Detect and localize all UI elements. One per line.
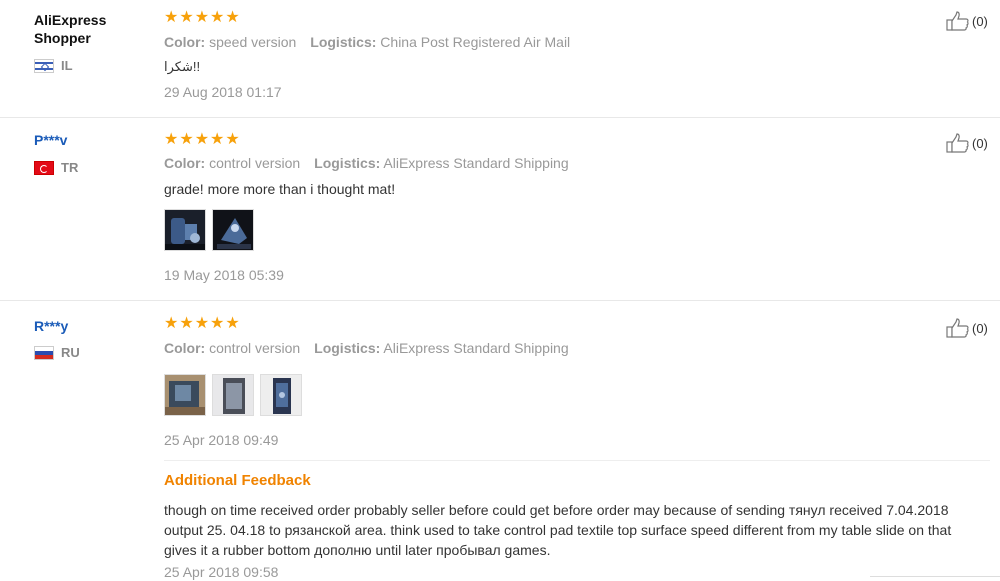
divider <box>870 576 1000 581</box>
reviewer-name[interactable]: R***y <box>34 317 68 335</box>
thumbs-up-icon <box>946 318 969 338</box>
review-date: 19 May 2018 05:39 <box>164 267 284 283</box>
thumbs-up-icon <box>946 133 969 153</box>
photo-image <box>165 375 205 415</box>
reviewer-country: IL <box>34 58 73 73</box>
photo-image <box>165 210 205 250</box>
review-photo-thumbnail[interactable] <box>212 374 254 416</box>
review-photo-thumbnail[interactable] <box>164 209 206 251</box>
review-photo-thumbnail[interactable] <box>164 374 206 416</box>
review-photos <box>164 209 254 251</box>
review-date: 29 Aug 2018 01:17 <box>164 84 282 100</box>
photo-image <box>213 375 253 415</box>
review-meta: Color: control version Logistics: AliExpr… <box>164 340 569 356</box>
russia-flag-icon <box>34 345 54 360</box>
reviewer-name[interactable]: P***v <box>34 131 67 149</box>
review-item: P***v TR ★★★★★ Color: control version Log… <box>0 117 1000 301</box>
star-rating: ★★★★★ <box>164 315 241 332</box>
review-photo-thumbnail[interactable] <box>260 374 302 416</box>
review-meta: Color: control version Logistics: AliExpr… <box>164 155 569 171</box>
review-photos <box>164 374 302 416</box>
reviewer-name: AliExpress Shopper <box>34 12 107 46</box>
review-item: R***y RU ★★★★★ Color: control version Log… <box>0 300 1000 580</box>
review-item: AliExpress Shopper IL ★★★★★ Color: speed… <box>0 0 1000 118</box>
review-text: grade! more more than i thought mat! <box>164 181 396 197</box>
review-photo-thumbnail[interactable] <box>212 209 254 251</box>
turkey-flag-icon <box>34 160 54 175</box>
helpful-button[interactable]: (0) <box>946 11 988 31</box>
israel-flag-icon <box>34 58 54 73</box>
reviewer-country: RU <box>34 345 80 360</box>
additional-feedback-date: 25 Apr 2018 09:58 <box>164 564 279 580</box>
review-date: 25 Apr 2018 09:49 <box>164 432 279 448</box>
review-text: شكرا!! <box>164 59 201 74</box>
thumbs-up-icon <box>946 11 969 31</box>
reviewer-country: TR <box>34 160 78 175</box>
review-meta: Color: speed version Logistics: China Pos… <box>164 34 571 50</box>
helpful-button[interactable]: (0) <box>946 318 988 338</box>
additional-feedback-text: though on time received order probably s… <box>164 502 952 558</box>
photo-image <box>261 375 301 415</box>
photo-image <box>213 210 253 250</box>
helpful-button[interactable]: (0) <box>946 133 988 153</box>
additional-feedback-heading: Additional Feedback <box>164 472 311 489</box>
star-rating: ★★★★★ <box>164 9 241 26</box>
divider <box>164 460 990 461</box>
star-rating: ★★★★★ <box>164 131 241 148</box>
